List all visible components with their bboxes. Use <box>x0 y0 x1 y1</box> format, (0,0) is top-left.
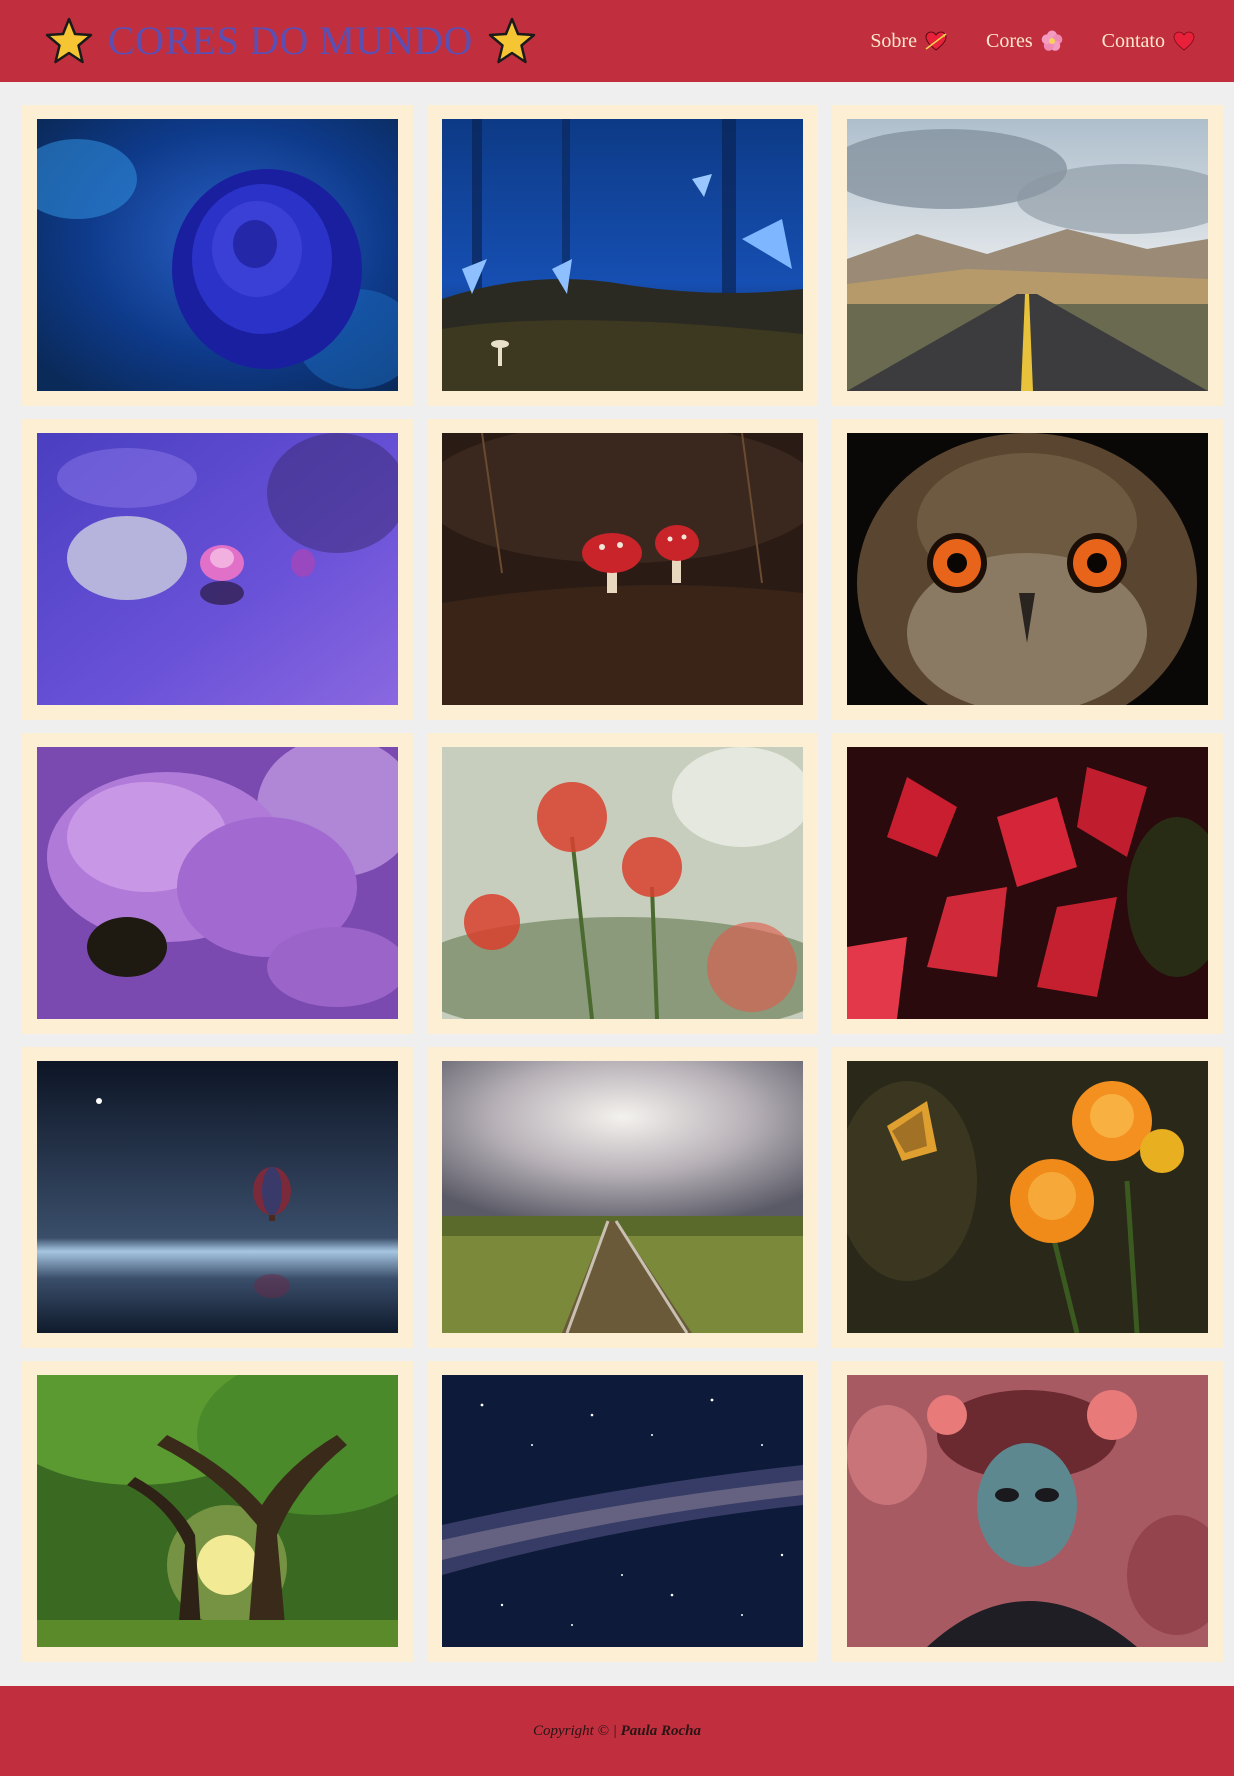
nav-label: Contato <box>1101 29 1165 52</box>
nav-label: Sobre <box>870 29 917 52</box>
gallery-card[interactable] <box>427 105 818 406</box>
nav-link-sobre[interactable]: Sobre <box>870 29 948 53</box>
author-name: Paula Rocha <box>620 1722 702 1739</box>
nav-label: Cores <box>985 29 1033 52</box>
photo-sunlit-trees[interactable] <box>37 1375 398 1647</box>
gallery-card[interactable] <box>832 1047 1223 1348</box>
photo-blue-rose[interactable] <box>37 119 398 391</box>
nav-link-contato[interactable]: Contato <box>1102 29 1196 53</box>
gallery-card[interactable] <box>22 419 413 720</box>
site-header: CORES DO MUNDO Sobre Cores Contato <box>0 0 1234 82</box>
photo-purple-flowers[interactable] <box>37 747 398 1019</box>
photo-blue-butterflies-forest[interactable] <box>442 119 803 391</box>
photo-mountain-road[interactable] <box>847 119 1208 391</box>
gallery-card[interactable] <box>22 1361 413 1662</box>
gallery-card[interactable] <box>427 419 818 720</box>
photo-purple-lotus-pond[interactable] <box>37 433 398 705</box>
photo-owl-face[interactable] <box>847 433 1208 705</box>
photo-red-spider-lilies[interactable] <box>442 747 803 1019</box>
site-footer: Copyright © | Paula Rocha <box>0 1686 1234 1776</box>
photo-orange-flowers-butterfly[interactable] <box>847 1061 1208 1333</box>
site-title: CORES DO MUNDO <box>108 18 473 63</box>
copyright-text: Copyright © | Paula Rocha <box>533 1723 701 1740</box>
gallery-card[interactable] <box>22 105 413 406</box>
photo-milky-way[interactable] <box>442 1375 803 1647</box>
brand[interactable]: CORES DO MUNDO <box>44 16 537 66</box>
photo-red-mushrooms[interactable] <box>442 433 803 705</box>
gallery-card[interactable] <box>832 1361 1223 1662</box>
heart-arrow-icon <box>925 31 947 51</box>
photo-masked-woman-roses[interactable] <box>847 1375 1208 1647</box>
gallery-card[interactable] <box>22 733 413 1034</box>
gallery-card[interactable] <box>427 1047 818 1348</box>
main-nav: Sobre Cores Contato <box>870 29 1196 53</box>
photo-railway-track-field[interactable] <box>442 1061 803 1333</box>
photo-red-leaves[interactable] <box>847 747 1208 1019</box>
gallery-card[interactable] <box>832 419 1223 720</box>
photo-gallery <box>22 105 1224 1662</box>
star-icon <box>45 17 93 64</box>
copyright-prefix: Copyright © | <box>532 1722 621 1739</box>
gallery-card[interactable] <box>832 733 1223 1034</box>
gallery-card[interactable] <box>22 1047 413 1348</box>
gallery-card[interactable] <box>427 1361 818 1662</box>
heart-icon <box>1173 31 1195 51</box>
star-icon <box>488 17 536 64</box>
flower-icon <box>1041 30 1062 51</box>
photo-hot-air-balloon-night[interactable] <box>37 1061 398 1333</box>
gallery-card[interactable] <box>427 733 818 1034</box>
nav-link-cores[interactable]: Cores <box>986 29 1064 53</box>
gallery-card[interactable] <box>832 105 1223 406</box>
